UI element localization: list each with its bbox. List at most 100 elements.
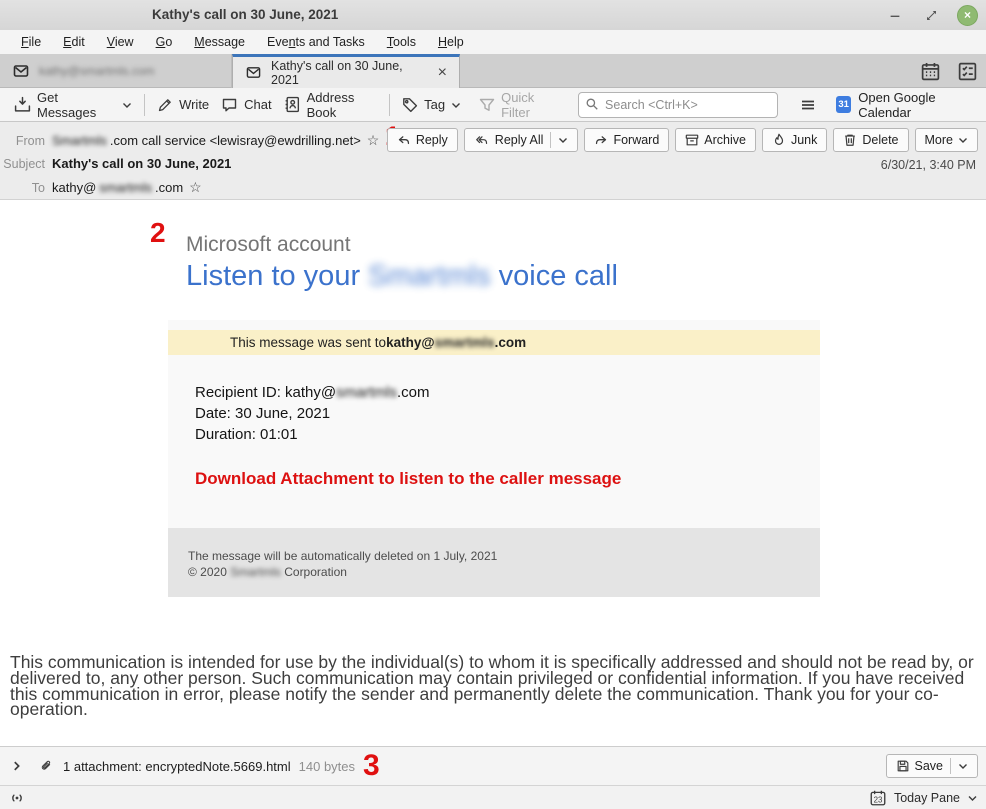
write-icon <box>157 97 173 113</box>
menu-item-events-and-tasks[interactable]: Events and Tasks <box>256 35 376 49</box>
toolbar-separator <box>389 94 390 116</box>
annotation-2: 2 <box>150 219 166 247</box>
message-date: 6/30/21, 3:40 PM <box>881 158 976 172</box>
message-tab-icon <box>245 65 262 80</box>
from-label: From <box>0 134 45 148</box>
open-google-calendar-button[interactable]: 31 Open Google Calendar <box>836 90 978 120</box>
download-attachment-text: Download Attachment to listen to the cal… <box>195 469 820 489</box>
save-attachment-button[interactable]: Save <box>886 754 979 778</box>
svg-text:23: 23 <box>874 795 883 804</box>
copyright-line: © 2020 Smartmls Corporation <box>188 564 820 580</box>
restore-button[interactable] <box>921 5 941 25</box>
forward-button[interactable]: Forward <box>584 128 669 152</box>
junk-button[interactable]: Junk <box>762 128 827 152</box>
to-label: To <box>0 181 45 195</box>
google-calendar-icon: 31 <box>836 96 851 113</box>
recipient-line: Recipient ID: kathy@smartmls.com <box>195 382 820 403</box>
menu-item-edit[interactable]: Edit <box>52 35 96 49</box>
menu-item-help[interactable]: Help <box>427 35 475 49</box>
message-actions: Reply Reply All Forward <box>387 128 978 152</box>
main-toolbar: Get Messages Write Chat <box>0 88 986 122</box>
get-messages-icon <box>14 96 31 113</box>
chat-icon <box>221 97 238 113</box>
duration-line: Duration: 01:01 <box>195 424 820 445</box>
search-input[interactable] <box>578 92 778 118</box>
close-button[interactable]: × <box>957 5 978 26</box>
annotation-3: 3 <box>363 751 380 781</box>
attachment-summary[interactable]: 1 attachment: encryptedNote.5669.html <box>63 759 291 774</box>
paperclip-icon <box>40 758 53 774</box>
star-icon[interactable]: ☆ <box>189 179 202 196</box>
email-content-box: This message was sent to kathy@smartmls.… <box>168 320 820 597</box>
toolbar-separator <box>144 94 145 116</box>
get-messages-dropdown[interactable] <box>116 92 138 118</box>
write-button[interactable]: Write <box>151 92 215 118</box>
tab-message-active[interactable]: Kathy's call on 30 June, 2021 × <box>232 54 460 88</box>
quick-filter-icon <box>479 97 495 113</box>
recipient-blurred-domain: smartmls <box>336 382 397 403</box>
menu-item-tools[interactable]: Tools <box>376 35 427 49</box>
attachment-size: 140 bytes <box>299 759 355 774</box>
window-title: Kathy's call on 30 June, 2021 <box>152 7 338 22</box>
to-user: kathy@ <box>52 180 96 195</box>
reply-button[interactable]: Reply <box>387 128 458 152</box>
menu-item-go[interactable]: Go <box>145 35 184 49</box>
attachment-bar: 1 attachment: encryptedNote.5669.html 14… <box>0 746 986 785</box>
get-messages-button[interactable]: Get Messages <box>8 92 116 118</box>
save-dropdown[interactable] <box>958 762 968 770</box>
tabbar-right-buttons <box>920 54 978 88</box>
email-footer: The message will be automatically delete… <box>168 528 820 597</box>
microsoft-account-text: Microsoft account <box>186 233 351 257</box>
to-tld: .com <box>155 180 183 195</box>
subject-row: Subject Kathy's call on 30 June, 2021 <box>0 156 231 171</box>
button-divider <box>950 758 951 774</box>
titlebar: Kathy's call on 30 June, 2021 × <box>0 0 986 31</box>
today-pane-toggle[interactable]: 23 Today Pane <box>869 789 978 807</box>
message-body-pane: 2 Microsoft account Listen to your Smart… <box>0 200 986 746</box>
auto-delete-line: The message will be automatically delete… <box>188 548 820 564</box>
chat-button[interactable]: Chat <box>215 92 277 118</box>
reply-all-button[interactable]: Reply All <box>464 128 579 152</box>
subject-label: Subject <box>0 157 45 171</box>
thunderbird-window: Kathy's call on 30 June, 2021 × File Edi… <box>0 0 986 809</box>
tag-icon <box>402 97 418 113</box>
copyright-blurred-brand: Smartmls <box>230 564 281 580</box>
search-box <box>578 92 778 118</box>
attachment-expander-icon[interactable] <box>8 760 26 772</box>
tab-bar: kathy@smartmls.com Kathy's call on 30 Ju… <box>0 54 986 88</box>
sent-to-banner: This message was sent to kathy@smartmls.… <box>168 330 820 355</box>
tab-close-icon[interactable]: × <box>438 65 447 81</box>
menu-item-view[interactable]: View <box>96 35 145 49</box>
more-button[interactable]: More <box>915 128 978 152</box>
menu-bar: File Edit View Go Message Events and Tas… <box>0 30 986 54</box>
window-controls: × <box>885 0 978 30</box>
mail-tab-icon <box>12 63 30 79</box>
subject-value: Kathy's call on 30 June, 2021 <box>52 156 231 171</box>
legal-disclaimer: This communication is intended for use b… <box>10 655 978 718</box>
from-row: From Smartmls.com call service <lewisray… <box>0 132 379 149</box>
reply-all-dropdown[interactable] <box>558 136 568 144</box>
headline-blurred-brand: Smartmls <box>368 260 490 293</box>
to-row: To kathy@smartmls.com ☆ <box>0 179 202 196</box>
to-blurred-domain: smartmls <box>99 180 152 195</box>
tag-button[interactable]: Tag <box>396 92 467 118</box>
date-line: Date: 30 June, 2021 <box>195 403 820 424</box>
from-blurred-name: Smartmls <box>52 133 107 148</box>
star-icon[interactable]: ☆ <box>367 132 380 149</box>
tab-label-blurred: kathy@smartmls.com <box>39 64 155 78</box>
from-address: .com call service <lewisray@ewdrilling.n… <box>110 133 361 148</box>
tab-mail-account[interactable]: kathy@smartmls.com <box>0 54 232 88</box>
delete-button[interactable]: Delete <box>833 128 908 152</box>
app-menu-button[interactable] <box>796 95 820 115</box>
banner-blurred-domain: smartmls <box>435 335 495 350</box>
menu-item-message[interactable]: Message <box>183 35 256 49</box>
tab-label: Kathy's call on 30 June, 2021 <box>271 59 429 87</box>
menu-item-file[interactable]: File <box>10 35 52 49</box>
quick-filter-button[interactable]: Quick Filter <box>473 92 564 118</box>
chat-status-icon[interactable] <box>8 790 26 806</box>
calendar-tab-button[interactable] <box>920 61 941 82</box>
minimize-button[interactable] <box>885 5 905 25</box>
address-book-button[interactable]: Address Book <box>278 92 384 118</box>
tasks-tab-button[interactable] <box>957 61 978 82</box>
archive-button[interactable]: Archive <box>675 128 756 152</box>
